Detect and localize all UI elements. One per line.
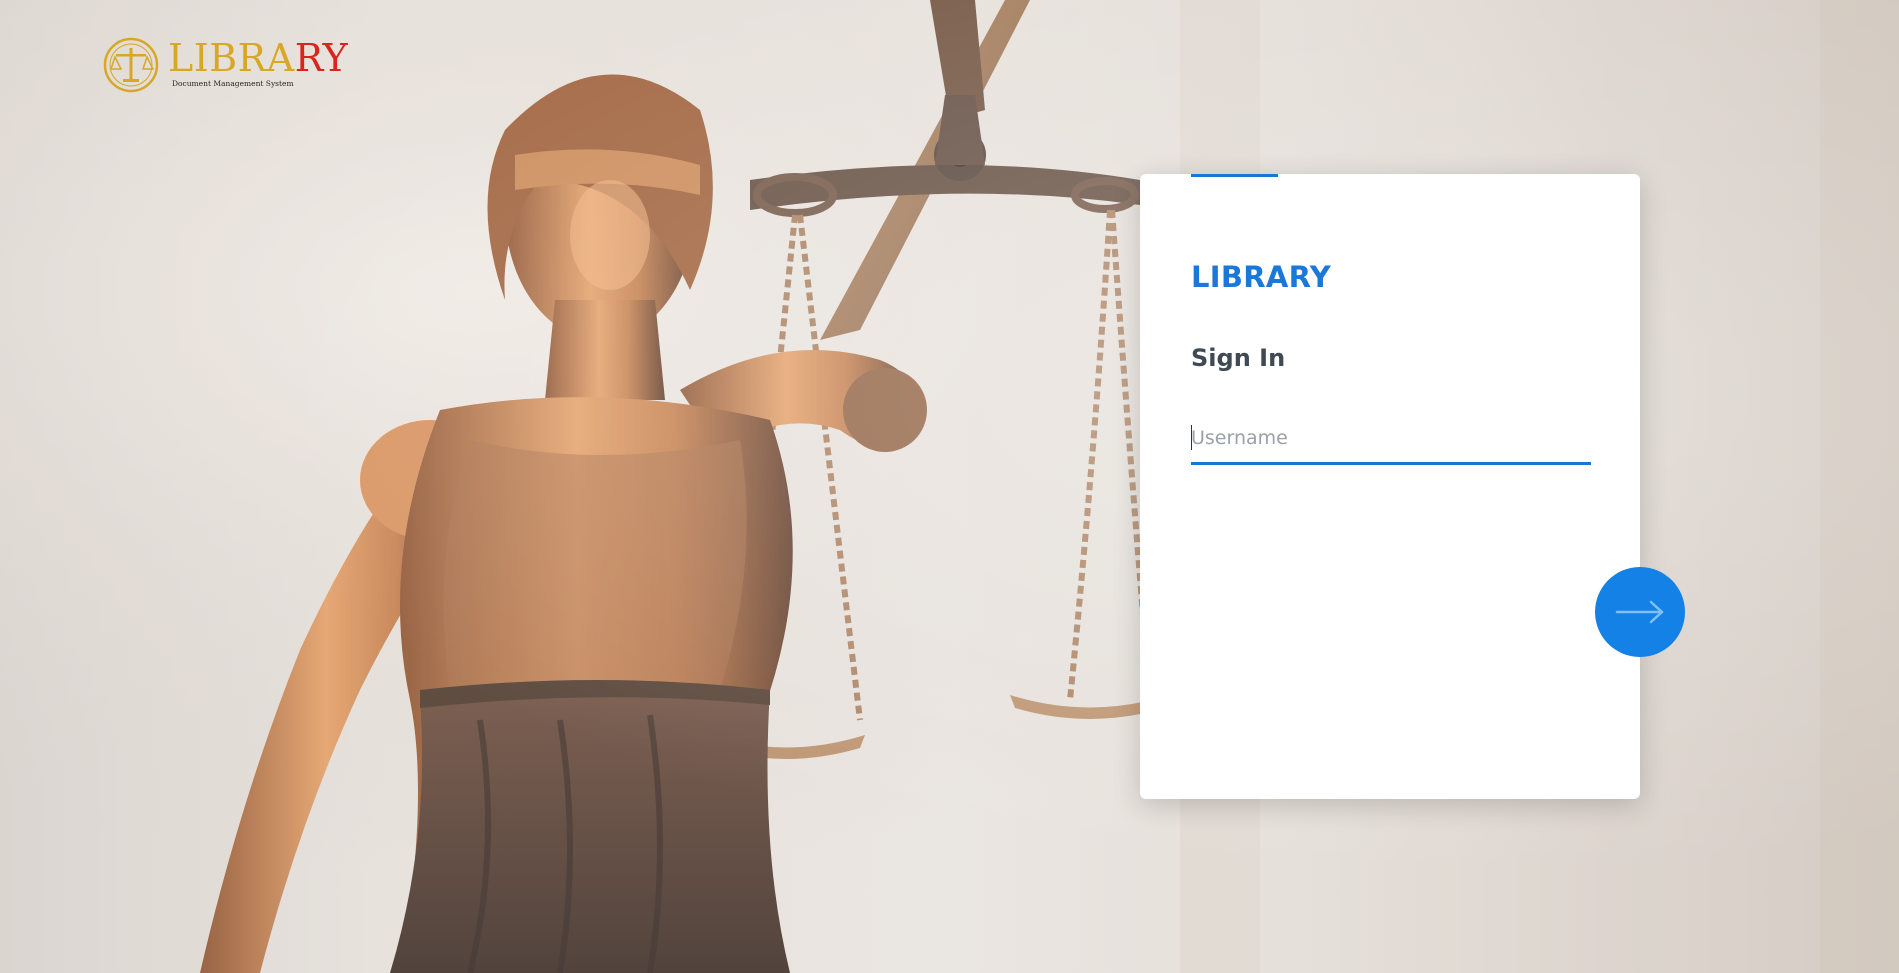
username-field [1191, 414, 1591, 466]
scales-of-justice-icon [103, 37, 159, 93]
logo-tagline: Document Management System [172, 79, 294, 88]
text-caret [1191, 425, 1192, 450]
logo-wordmark: LIBRARY [168, 38, 348, 78]
logo: LIBRARY Document Management System [102, 34, 348, 96]
login-page: LIBRARY Document Management System LIBRA… [0, 0, 1899, 973]
login-card: LIBRARY Sign In [1140, 174, 1640, 799]
arrow-right-icon [1615, 600, 1664, 624]
card-accent-bar [1191, 174, 1278, 177]
sign-in-heading: Sign In [1191, 344, 1286, 372]
logo-wordmark-gold: LIBRA [168, 36, 295, 80]
next-button[interactable] [1595, 567, 1685, 657]
card-brand-title: LIBRARY [1191, 260, 1331, 294]
username-input[interactable] [1191, 414, 1591, 465]
logo-wordmark-red: RY [294, 36, 349, 80]
